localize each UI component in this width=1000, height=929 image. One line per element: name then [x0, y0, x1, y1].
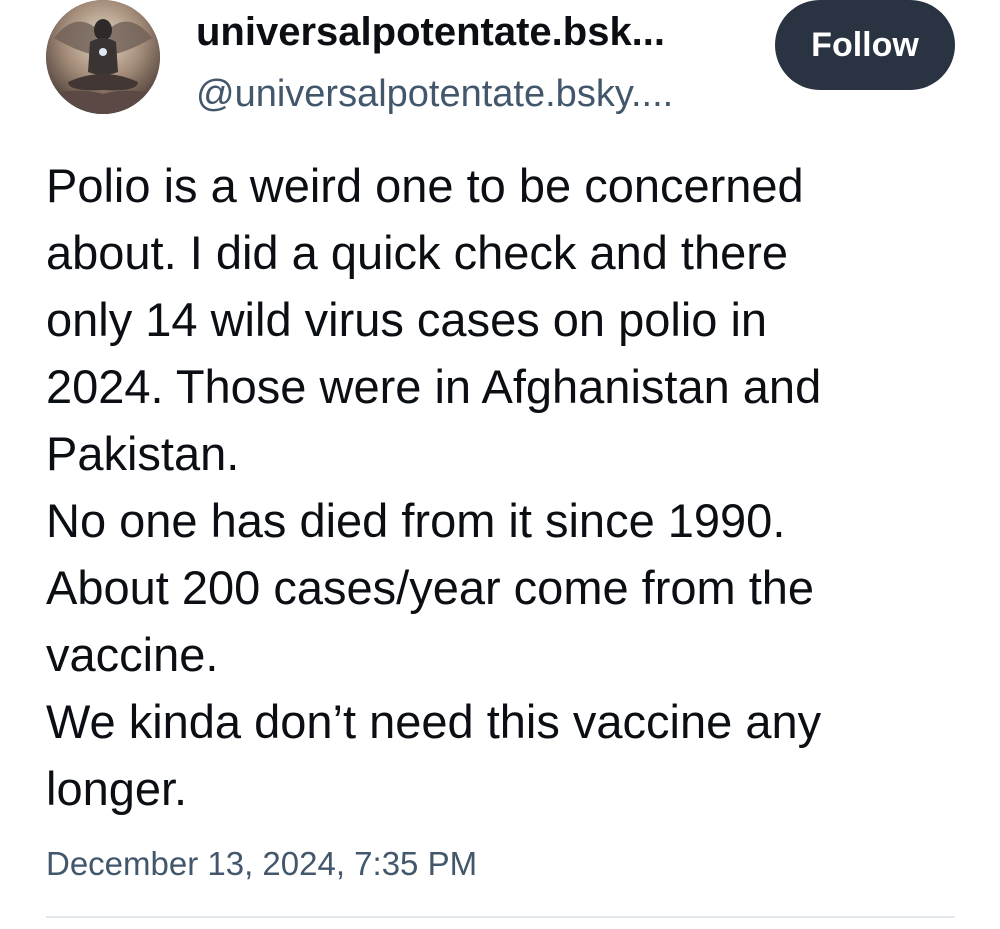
- post-text-line: about. I did a quick check and there: [46, 226, 789, 279]
- author-display-name[interactable]: universalpotentate.bsk...: [196, 8, 741, 56]
- post-timestamp[interactable]: December 13, 2024, 7:35 PM: [46, 842, 477, 886]
- post-text-line: We kinda don’t need this vaccine any: [46, 695, 822, 748]
- post-text-line: Pakistan.: [46, 427, 240, 480]
- post-text-line: Polio is a weird one to be concerned: [46, 159, 804, 212]
- author-handle[interactable]: @universalpotentate.bsky....: [196, 70, 741, 118]
- post-text-line: vaccine.: [46, 628, 219, 681]
- post-text-line: only 14 wild virus cases on polio in: [46, 293, 768, 346]
- post-text-line: 2024. Those were in Afghanistan and: [46, 360, 822, 413]
- divider: [46, 916, 955, 918]
- post-text: Polio is a weird one to be concerned abo…: [46, 152, 966, 822]
- post-text-line: About 200 cases/year come from the: [46, 561, 815, 614]
- post-text-line: longer.: [46, 762, 188, 815]
- follow-button[interactable]: Follow: [775, 0, 955, 90]
- post-text-line: No one has died from it since 1990.: [46, 494, 786, 547]
- post: universalpotentate.bsk... @universalpote…: [0, 0, 1000, 929]
- avatar-meditating-figure-icon: [46, 0, 160, 114]
- avatar[interactable]: [46, 0, 160, 114]
